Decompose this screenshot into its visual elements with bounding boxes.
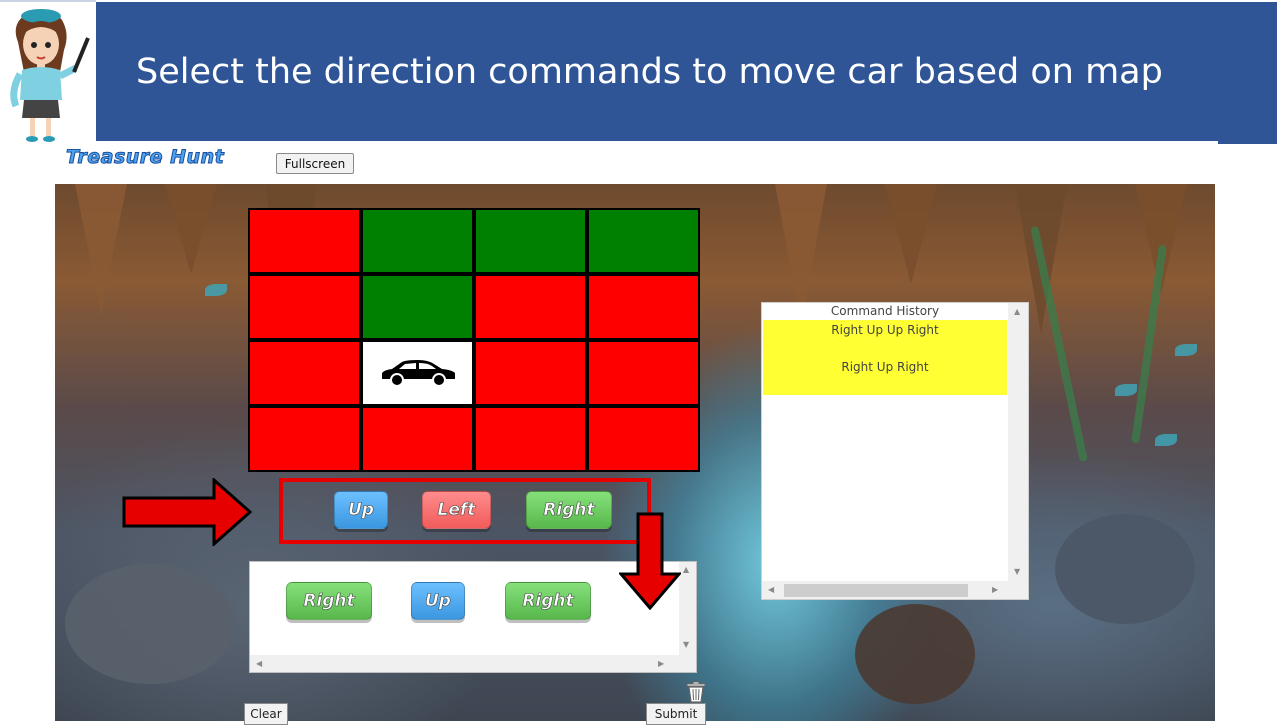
scroll-down-icon[interactable]: ▼ [683, 640, 689, 650]
command-history-title: Command History [830, 304, 940, 318]
map-grid [248, 208, 700, 472]
grid-cell [363, 276, 472, 338]
arrow-right-icon [122, 478, 252, 546]
grid-cell [363, 408, 472, 470]
command-history-panel: Command History Right Up Up Right Right … [761, 302, 1029, 600]
program-command[interactable]: Right [505, 582, 591, 620]
scroll-right-icon[interactable]: ▶ [658, 659, 664, 669]
history-scroll-thumb[interactable] [784, 584, 968, 597]
scroll-down-icon[interactable]: ▼ [1014, 567, 1020, 577]
grid-cell [476, 342, 585, 404]
trash-icon[interactable] [685, 681, 707, 703]
grid-cell [476, 210, 585, 272]
grid-cell [250, 276, 359, 338]
grid-cell [589, 408, 698, 470]
history-horizontal-scrollbar[interactable]: ◀ ▶ [762, 581, 1028, 599]
program-horizontal-scrollbar[interactable]: ◀ ▶ [250, 655, 696, 672]
left-button[interactable]: Left [422, 491, 491, 529]
program-vertical-scrollbar[interactable]: ▲ ▼ [679, 562, 696, 656]
right-button[interactable]: Right [526, 491, 612, 529]
grid-cell [250, 342, 359, 404]
history-vertical-scrollbar[interactable]: ▲ ▼ [1008, 303, 1028, 582]
teacher-illustration [10, 9, 90, 142]
grid-cell [250, 408, 359, 470]
up-button[interactable]: Up [334, 491, 388, 529]
clear-button[interactable]: Clear [244, 703, 288, 725]
fullscreen-button[interactable]: Fullscreen [276, 153, 354, 174]
car-icon [381, 360, 455, 387]
teacher-avatar [0, 0, 96, 144]
header-banner: Select the direction commands to move ca… [96, 2, 1277, 141]
history-entry: Right Up Right [841, 360, 929, 374]
banner-strip [1218, 141, 1277, 144]
scroll-left-icon[interactable]: ◀ [256, 659, 262, 669]
scroll-up-icon[interactable]: ▲ [1014, 307, 1020, 317]
grid-cell-car [363, 342, 472, 404]
grid-cell [589, 210, 698, 272]
program-command[interactable]: Right [286, 582, 372, 620]
grid-cell [589, 342, 698, 404]
submit-button[interactable]: Submit [646, 703, 706, 725]
grid-cell [476, 276, 585, 338]
scroll-left-icon[interactable]: ◀ [768, 585, 774, 595]
grid-cell [363, 210, 472, 272]
grid-cell [589, 276, 698, 338]
app-logo-title: Treasure Hunt [65, 146, 225, 169]
grid-cell [250, 210, 359, 272]
program-command[interactable]: Up [411, 582, 465, 620]
scroll-right-icon[interactable]: ▶ [992, 585, 998, 595]
arrow-down-icon [619, 512, 681, 610]
scroll-up-icon[interactable]: ▲ [683, 565, 689, 575]
page-title: Select the direction commands to move ca… [136, 52, 1163, 92]
grid-cell [476, 408, 585, 470]
history-entry: Right Up Up Right [831, 323, 939, 337]
